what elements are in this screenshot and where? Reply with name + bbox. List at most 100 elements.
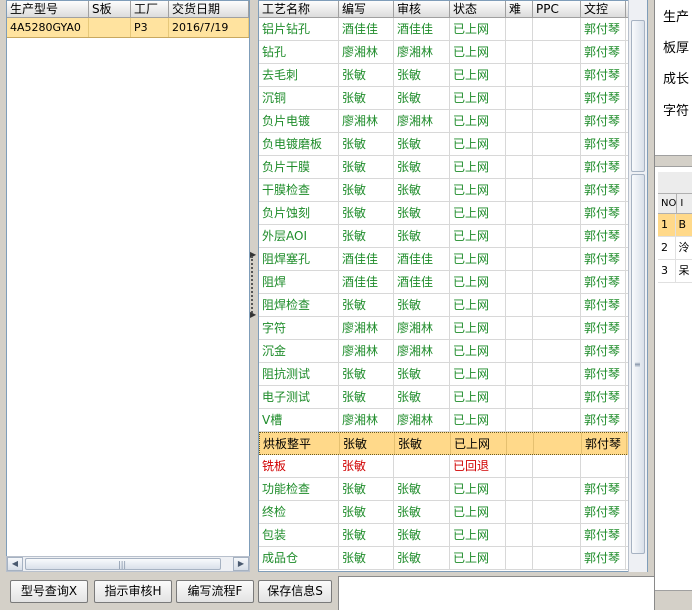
query-model-button[interactable]: 型号查询X [10, 580, 88, 603]
process-row[interactable]: 干膜检查 张敏 张敏 已上网 郭付琴 [259, 179, 647, 202]
detail-row[interactable]: 1 B [658, 214, 692, 237]
process-grid-header: 工艺名称 编写 审核 状态 难 PPC 文控 [259, 1, 647, 18]
process-row[interactable]: 包装 张敏 张敏 已上网 郭付琴 [259, 524, 647, 547]
col-header-delivery-date[interactable]: 交货日期 [169, 1, 249, 17]
process-ppc [533, 547, 581, 569]
detail-row-text: 呆 [676, 260, 692, 282]
scrollbar-thumb[interactable]: ||| [25, 558, 221, 570]
process-reviewer: 廖湘林 [394, 110, 450, 132]
order-s-board [89, 18, 131, 37]
col-header-model[interactable]: 生产型号 [7, 1, 89, 17]
process-writer: 廖湘林 [339, 409, 394, 431]
process-row[interactable]: 阻抗测试 张敏 张敏 已上网 郭付琴 [259, 363, 647, 386]
splitter-grip[interactable] [251, 256, 256, 316]
col-header-status[interactable]: 状态 [450, 1, 506, 17]
process-row[interactable]: 烘板整平 张敏 张敏 已上网 郭付琴 [259, 432, 647, 455]
process-writer: 张敏 [339, 386, 394, 408]
process-status: 已上网 [450, 340, 506, 362]
process-difficulty [506, 64, 533, 86]
process-reviewer: 张敏 [394, 64, 450, 86]
process-writer: 张敏 [339, 547, 394, 569]
process-doc-control: 郭付琴 [581, 524, 626, 546]
col-header-process-name[interactable]: 工艺名称 [259, 1, 339, 17]
process-row[interactable]: 铣板 张敏 已回退 [259, 455, 647, 478]
process-doc-control: 郭付琴 [581, 64, 626, 86]
process-row[interactable]: 成品仓 张敏 张敏 已上网 郭付琴 [259, 547, 647, 570]
process-row[interactable]: 字符 廖湘林 廖湘林 已上网 郭付琴 [259, 317, 647, 340]
process-name: 沉铜 [259, 87, 339, 109]
process-status: 已上网 [450, 41, 506, 63]
process-row[interactable]: 负电镀磨板 张敏 张敏 已上网 郭付琴 [259, 133, 647, 156]
process-row[interactable]: 外层AOI 张敏 张敏 已上网 郭付琴 [259, 225, 647, 248]
process-ppc [533, 202, 581, 224]
process-status: 已上网 [450, 202, 506, 224]
process-row[interactable]: 负片干膜 张敏 张敏 已上网 郭付琴 [259, 156, 647, 179]
col-header-ppc[interactable]: PPC [533, 1, 581, 17]
process-row[interactable]: 去毛刺 张敏 张敏 已上网 郭付琴 [259, 64, 647, 87]
process-status: 已上网 [450, 524, 506, 546]
process-status: 已回退 [450, 455, 506, 477]
detail-grid-header: NO I [658, 194, 692, 214]
scroll-right-icon[interactable]: ▶ [233, 557, 249, 571]
process-ppc [533, 386, 581, 408]
process-name: 字符 [259, 317, 339, 339]
expand-arrow-icon[interactable]: ▶ [250, 310, 256, 319]
process-ppc [533, 363, 581, 385]
process-row[interactable]: V槽 廖湘林 廖湘林 已上网 郭付琴 [259, 409, 647, 432]
panel-splitter[interactable]: ▶ ▶ [250, 0, 258, 572]
review-instructions-button[interactable]: 指示审核H [94, 580, 172, 603]
write-flow-button[interactable]: 编写流程F [176, 580, 254, 603]
process-row[interactable]: 负片蚀刻 张敏 张敏 已上网 郭付琴 [259, 202, 647, 225]
process-row[interactable]: 沉铜 张敏 张敏 已上网 郭付琴 [259, 87, 647, 110]
process-row[interactable]: 沉金 廖湘林 廖湘林 已上网 郭付琴 [259, 340, 647, 363]
process-row[interactable]: 阻焊塞孔 酒佳佳 酒佳佳 已上网 郭付琴 [259, 248, 647, 271]
process-status: 已上网 [450, 547, 506, 569]
process-ppc [533, 87, 581, 109]
process-row[interactable]: 阻焊检查 张敏 张敏 已上网 郭付琴 [259, 294, 647, 317]
scrollbar-thumb[interactable]: ≡ [631, 174, 645, 554]
process-reviewer: 廖湘林 [394, 317, 450, 339]
detail-row[interactable]: 3 呆 [658, 260, 692, 283]
process-row[interactable]: 负片电镀 廖湘林 廖湘林 已上网 郭付琴 [259, 110, 647, 133]
detail-row[interactable]: 2 泠 [658, 237, 692, 260]
process-difficulty [506, 87, 533, 109]
col-header-no[interactable]: NO [658, 194, 678, 213]
process-status: 已上网 [450, 18, 506, 40]
save-info-button[interactable]: 保存信息S [258, 580, 332, 603]
scrollbar-track-upper[interactable] [631, 20, 645, 172]
col-header-doc-control[interactable]: 文控 [581, 1, 626, 17]
process-difficulty [506, 317, 533, 339]
process-doc-control: 郭付琴 [581, 271, 626, 293]
process-writer: 张敏 [340, 433, 395, 454]
order-list-header: 生产型号 S板 工厂 交货日期 [7, 1, 249, 18]
col-header-reviewer[interactable]: 审核 [394, 1, 450, 17]
process-doc-control: 郭付琴 [581, 156, 626, 178]
scroll-left-icon[interactable]: ◀ [7, 557, 23, 571]
col-header-factory[interactable]: 工厂 [131, 1, 169, 17]
process-status: 已上网 [450, 225, 506, 247]
process-grid-vertical-scrollbar[interactable]: ≡ [628, 0, 647, 572]
process-reviewer: 酒佳佳 [394, 271, 450, 293]
process-ppc [533, 271, 581, 293]
process-row[interactable]: 终检 张敏 张敏 已上网 郭付琴 [259, 501, 647, 524]
process-row[interactable]: 功能检查 张敏 张敏 已上网 郭付琴 [259, 478, 647, 501]
process-writer: 张敏 [339, 133, 394, 155]
order-delivery-date: 2016/7/19 [169, 18, 249, 37]
process-ppc [533, 455, 581, 477]
process-difficulty [506, 271, 533, 293]
col-header-detail[interactable]: I [677, 194, 692, 213]
process-row[interactable]: 铝片钻孔 酒佳佳 酒佳佳 已上网 郭付琴 [259, 18, 647, 41]
process-doc-control: 郭付琴 [581, 110, 626, 132]
process-reviewer: 张敏 [394, 386, 450, 408]
process-ppc [533, 501, 581, 523]
process-row[interactable]: 电子测试 张敏 张敏 已上网 郭付琴 [259, 386, 647, 409]
col-header-s-board[interactable]: S板 [89, 1, 131, 17]
order-row[interactable]: 4A5280GYA0 P3 2016/7/19 [7, 18, 249, 38]
order-list-horizontal-scrollbar[interactable]: ◀ ||| ▶ [6, 556, 250, 572]
detail-grid: NO I 1 B 2 泠 3 呆 [658, 172, 692, 283]
process-row[interactable]: 阻焊 酒佳佳 酒佳佳 已上网 郭付琴 [259, 271, 647, 294]
process-reviewer: 张敏 [394, 524, 450, 546]
col-header-difficulty[interactable]: 难 [506, 1, 533, 17]
col-header-writer[interactable]: 编写 [339, 1, 394, 17]
process-row[interactable]: 钻孔 廖湘林 廖湘林 已上网 郭付琴 [259, 41, 647, 64]
